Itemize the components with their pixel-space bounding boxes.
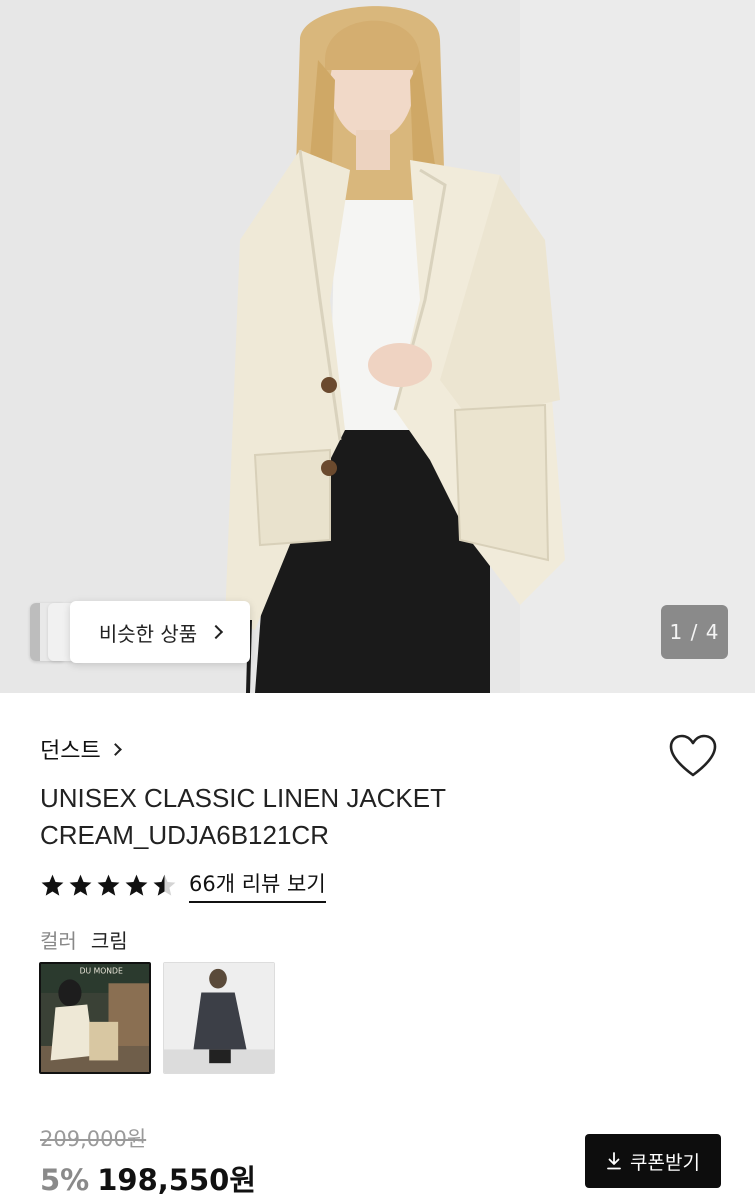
discount-rate: 5% <box>40 1163 90 1197</box>
reviews-link[interactable]: 66개 리뷰 보기 <box>189 868 326 903</box>
swatch-cream-photo: DU MONDE <box>41 964 149 1072</box>
similar-products-label: 비슷한 상품 <box>98 621 198 646</box>
color-value: 크림 <box>90 929 128 953</box>
color-label: 컬러 <box>40 929 77 953</box>
rating-row: 66개 리뷰 보기 <box>40 868 326 903</box>
product-photo <box>0 0 755 693</box>
swatch-sign-text: DU MONDE <box>80 967 123 976</box>
star-half-icon <box>153 874 176 896</box>
color-selector-label: 컬러 크림 <box>40 925 128 954</box>
star-icon <box>97 874 120 896</box>
image-counter: 1 / 4 <box>661 605 728 659</box>
rating-stars <box>40 873 177 898</box>
star-icon <box>69 874 92 896</box>
product-title-line2: CREAM_UDJA6B121CR <box>40 820 329 850</box>
sale-price: 198,550원 <box>97 1163 257 1197</box>
brand-link[interactable]: 던스트 <box>40 733 122 765</box>
star-icon <box>41 874 64 896</box>
sale-price-row: 5% 198,550원 <box>40 1157 256 1199</box>
similar-products-button[interactable]: 비슷한 상품 <box>70 601 250 663</box>
color-swatch-cream[interactable]: DU MONDE <box>39 962 151 1074</box>
brand-name: 던스트 <box>40 739 101 764</box>
original-price: 209,000원 <box>40 1127 147 1151</box>
similar-products-control[interactable]: 비슷한 상품 <box>30 601 250 663</box>
product-title: UNISEX CLASSIC LINEN JACKET CREAM_UDJA6B… <box>40 780 600 854</box>
chevron-right-icon <box>108 742 122 756</box>
color-swatch-charcoal[interactable] <box>163 962 275 1074</box>
star-icon <box>125 874 148 896</box>
product-title-line1: UNISEX CLASSIC LINEN JACKET <box>40 783 446 813</box>
coupon-button[interactable]: 쿠폰받기 <box>585 1134 721 1188</box>
download-icon <box>607 1152 621 1170</box>
swatch-charcoal-photo <box>164 963 274 1073</box>
heart-outline-icon[interactable] <box>668 733 718 779</box>
coupon-button-label: 쿠폰받기 <box>630 1151 700 1174</box>
product-image-carousel[interactable]: 비슷한 상품 1 / 4 <box>0 0 755 693</box>
chevron-right-icon <box>209 624 224 640</box>
